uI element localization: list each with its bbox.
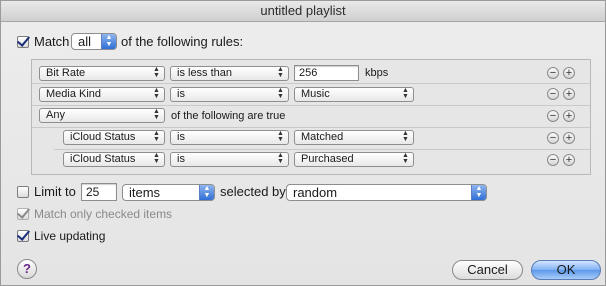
selected-by-popup[interactable]: random ▲ ▼ bbox=[286, 184, 487, 201]
rule-1-value-field[interactable]: 256 bbox=[294, 65, 359, 81]
match-only-checked-checkbox[interactable] bbox=[17, 208, 29, 220]
match-label: Match bbox=[34, 34, 70, 49]
popup-arrows-icon: ▲ ▼ bbox=[153, 152, 160, 165]
popup-arrows-icon: ▲ ▼ bbox=[277, 130, 284, 143]
rule-5-field-popup[interactable]: iCloud Status ▲ ▼ bbox=[63, 152, 165, 167]
popup-arrows-icon: ▲ ▼ bbox=[277, 66, 284, 79]
popup-arrows-icon: ▲ ▼ bbox=[153, 130, 160, 143]
smart-playlist-dialog: untitled playlist Match all ▲ ▼ of the fo… bbox=[0, 0, 606, 286]
rule-4-add-button[interactable]: + bbox=[563, 132, 575, 144]
popup-arrows-icon: ▲ ▼ bbox=[402, 130, 409, 143]
rule-1-operator-popup[interactable]: is less than ▲ ▼ bbox=[170, 66, 289, 81]
cancel-button[interactable]: Cancel bbox=[452, 260, 523, 280]
window-title: untitled playlist bbox=[1, 1, 605, 22]
popup-arrows-icon: ▲ ▼ bbox=[402, 87, 409, 100]
rule-1-unit-label: kbps bbox=[365, 67, 389, 79]
match-only-checked-label: Match only checked items bbox=[34, 207, 173, 221]
rule-5-remove-button[interactable]: − bbox=[547, 154, 559, 166]
rule-3-group-popup[interactable]: Any ▲ ▼ bbox=[39, 108, 165, 123]
rule-1-add-button[interactable]: + bbox=[563, 67, 575, 79]
live-updating-checkbox[interactable] bbox=[17, 230, 29, 242]
match-suffix-label: of the following rules: bbox=[121, 34, 244, 49]
rule-4-operator-popup[interactable]: is ▲ ▼ bbox=[170, 130, 289, 145]
rule-5-add-button[interactable]: + bbox=[563, 154, 575, 166]
help-button[interactable]: ? bbox=[17, 259, 37, 279]
popup-arrows-icon: ▲ ▼ bbox=[153, 108, 160, 121]
rule-2-add-button[interactable]: + bbox=[563, 88, 575, 100]
popup-arrows-icon: ▲ ▼ bbox=[153, 87, 160, 100]
rule-4-remove-button[interactable]: − bbox=[547, 132, 559, 144]
popup-arrows-icon: ▲ ▼ bbox=[402, 152, 409, 165]
rule-4-value-popup[interactable]: Matched ▲ ▼ bbox=[294, 130, 414, 145]
limit-checkbox[interactable] bbox=[17, 186, 29, 198]
rule-3-remove-button[interactable]: − bbox=[547, 110, 559, 122]
popup-arrows-icon: ▲ ▼ bbox=[153, 66, 160, 79]
rule-1-field-popup[interactable]: Bit Rate ▲ ▼ bbox=[39, 66, 165, 81]
ok-button[interactable]: OK bbox=[531, 260, 601, 280]
rule-5-value-popup[interactable]: Purchased ▲ ▼ bbox=[294, 152, 414, 167]
limit-unit-popup[interactable]: items ▲ ▼ bbox=[122, 184, 215, 201]
popup-arrows-icon: ▲ ▼ bbox=[471, 185, 486, 200]
rule-2-operator-popup[interactable]: is ▲ ▼ bbox=[170, 87, 289, 102]
match-quantifier-value: all bbox=[78, 34, 92, 49]
popup-arrows-icon: ▲ ▼ bbox=[277, 152, 284, 165]
rule-2-field-popup[interactable]: Media Kind ▲ ▼ bbox=[39, 87, 165, 102]
rule-3-add-button[interactable]: + bbox=[563, 110, 575, 122]
rule-4-field-popup[interactable]: iCloud Status ▲ ▼ bbox=[63, 130, 165, 145]
selected-by-label: selected by bbox=[220, 184, 286, 199]
rule-1-remove-button[interactable]: − bbox=[547, 67, 559, 79]
live-updating-label: Live updating bbox=[34, 229, 106, 243]
limit-count-field[interactable]: 25 bbox=[81, 183, 117, 201]
rule-2-remove-button[interactable]: − bbox=[547, 88, 559, 100]
match-checkbox[interactable] bbox=[17, 36, 29, 48]
match-quantifier-popup[interactable]: all ▲ ▼ bbox=[71, 33, 117, 50]
rule-5-operator-popup[interactable]: is ▲ ▼ bbox=[170, 152, 289, 167]
rule-2-value-popup[interactable]: Music ▲ ▼ bbox=[294, 87, 414, 102]
popup-arrows-icon: ▲ ▼ bbox=[199, 185, 214, 200]
popup-arrows-icon: ▲ ▼ bbox=[277, 87, 284, 100]
popup-arrows-icon: ▲ ▼ bbox=[101, 34, 116, 49]
limit-label: Limit to bbox=[34, 184, 76, 199]
rule-3-group-label: of the following are true bbox=[171, 110, 286, 122]
